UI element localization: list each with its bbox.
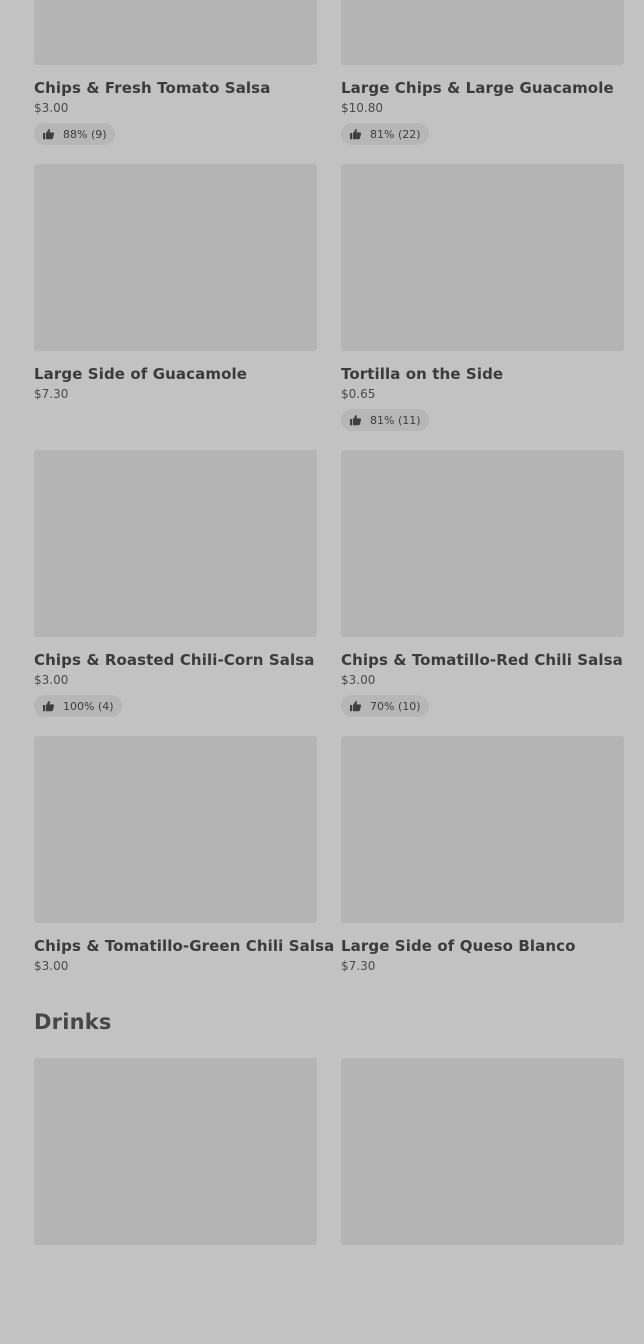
- rating-text: 100% (4): [63, 699, 114, 713]
- menu-items-grid: Chips & Fresh Tomato Salsa $3.00 88% (9) La…: [34, 0, 624, 1022]
- menu-item-name: Tortilla on the Side: [341, 365, 504, 383]
- drink-item-card[interactable]: [341, 1058, 624, 1344]
- thumbs-up-icon: [349, 700, 370, 712]
- menu-item-card[interactable]: Chips & Tomatillo-Red Chili Salsa $3.00 70…: [341, 450, 624, 736]
- menu-item-price: $3.00: [34, 959, 69, 973]
- rating-text: 81% (11): [370, 413, 421, 427]
- menu-item-card[interactable]: Chips & Tomatillo-Green Chili Salsa $3.00: [34, 736, 335, 1022]
- drinks-grid: [34, 1058, 624, 1344]
- menu-item-price: $3.00: [341, 673, 376, 687]
- menu-item-card[interactable]: Chips & Roasted Chili-Corn Salsa $3.00 100…: [34, 450, 317, 736]
- drink-item-card[interactable]: [34, 1058, 317, 1344]
- thumbs-up-icon: [349, 414, 370, 426]
- menu-item-card[interactable]: Large Side of Queso Blanco $7.30: [341, 736, 624, 1022]
- rating-text: 70% (10): [370, 699, 421, 713]
- rating-text: 81% (22): [370, 127, 421, 141]
- menu-item-image[interactable]: [34, 450, 317, 637]
- rating-text: 88% (9): [63, 127, 107, 141]
- rating-badge: 88% (9): [34, 123, 115, 145]
- menu-item-card[interactable]: Chips & Fresh Tomato Salsa $3.00 88% (9): [34, 0, 317, 164]
- menu-item-price: $10.80: [341, 101, 383, 115]
- menu-item-name: Large Side of Queso Blanco: [341, 937, 576, 955]
- menu-item-price: $3.00: [34, 673, 69, 687]
- thumbs-up-icon: [42, 128, 63, 140]
- rating-badge: 100% (4): [34, 695, 122, 717]
- menu-item-name: Chips & Tomatillo-Red Chili Salsa: [341, 651, 623, 669]
- menu-item-name: Chips & Fresh Tomato Salsa: [34, 79, 271, 97]
- menu-item-image[interactable]: [341, 0, 624, 65]
- thumbs-up-icon: [42, 700, 63, 712]
- menu-item-price: $3.00: [34, 101, 69, 115]
- rating-badge: 81% (22): [341, 123, 429, 145]
- menu-item-name: Chips & Tomatillo-Green Chili Salsa: [34, 937, 335, 955]
- menu-item-image[interactable]: [341, 164, 624, 351]
- menu-item-name: Chips & Roasted Chili-Corn Salsa: [34, 651, 315, 669]
- menu-item-card[interactable]: Large Chips & Large Guacamole $10.80 81% (…: [341, 0, 624, 164]
- rating-badge: 81% (11): [341, 409, 429, 431]
- menu-item-image[interactable]: [341, 736, 624, 923]
- menu-item-image[interactable]: [341, 450, 624, 637]
- menu-item-image[interactable]: [34, 164, 317, 351]
- menu-item-card[interactable]: Large Side of Guacamole $7.30: [34, 164, 317, 450]
- drink-item-image[interactable]: [34, 1058, 317, 1245]
- menu-item-name: Large Side of Guacamole: [34, 365, 248, 383]
- menu-item-image[interactable]: [34, 0, 317, 65]
- menu-item-name: Large Chips & Large Guacamole: [341, 79, 614, 97]
- drink-item-image[interactable]: [341, 1058, 624, 1245]
- menu-item-price: $7.30: [34, 387, 69, 401]
- menu-item-image[interactable]: [34, 736, 317, 923]
- rating-badge: 70% (10): [341, 695, 429, 717]
- menu-item-card[interactable]: Tortilla on the Side $0.65 81% (11): [341, 164, 624, 450]
- section-title-drinks: Drinks: [34, 1010, 112, 1034]
- thumbs-up-icon: [349, 128, 370, 140]
- menu-item-price: $7.30: [341, 959, 376, 973]
- menu-item-price: $0.65: [341, 387, 376, 401]
